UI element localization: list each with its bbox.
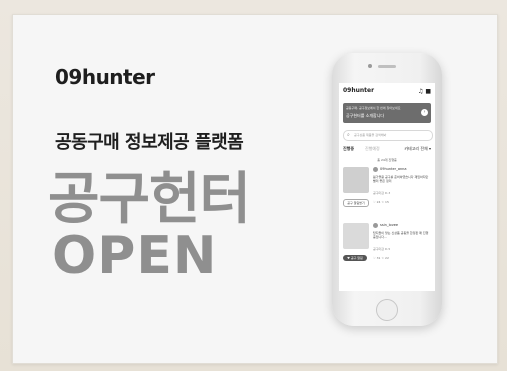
camera-icon xyxy=(368,64,372,68)
product-thumbnail xyxy=(343,223,369,249)
chevron-right-icon[interactable]: › xyxy=(421,109,428,116)
item-counts: ♡ 31 ☆ 22 xyxy=(373,256,389,260)
phone-screen: 09hunter ♫ ■ 공동구매, 공구정보에서 한 번에 찾아보세요 공구헌… xyxy=(339,83,435,291)
banner-line2: 공구헌터를 소개합니다 xyxy=(346,113,385,118)
avatar xyxy=(373,167,378,172)
list-count-label: 총 24개 진행중 xyxy=(377,158,397,162)
list-item[interactable]: 09hunter_anna 봄가을용 공구를 준비하였습니다 재입하지만 빨리 … xyxy=(343,167,431,221)
tab-bar: 진행중 진행예정 카테고리 전체 ▾ xyxy=(343,145,431,153)
notify-button[interactable]: 공구 알림받기 xyxy=(343,199,369,207)
phone-mockup: 09hunter ♫ ■ 공동구매, 공구정보에서 한 번에 찾아보세요 공구헌… xyxy=(332,53,442,326)
speaker-grille xyxy=(378,65,396,68)
hero-headline-sub: OPEN xyxy=(52,226,218,286)
username: ssin_lovee xyxy=(380,223,399,227)
item-description: 봄가을용 공구를 준비하였습니다 재입하지만 빨리 좋은 정리 xyxy=(373,175,429,183)
header-icons[interactable]: ♫ ■ xyxy=(418,88,431,95)
search-icon: ⌕ xyxy=(347,132,350,138)
hero-headline: 공구헌터 xyxy=(48,167,251,232)
item-description: 탑지들이 맞는 신상품 공동을 한정판 매 진행 중입니다... xyxy=(373,231,429,239)
hero-tagline: 공동구매 정보제공 플랫폼 xyxy=(55,132,244,153)
list-item[interactable]: ssin_lovee 탑지들이 맞는 신상품 공동을 한정판 매 진행 중입니다… xyxy=(343,223,431,277)
avatar xyxy=(373,223,378,228)
canvas: 09hunter 공동구매 정보제공 플랫폼 공구헌터 OPEN 09hunte… xyxy=(0,0,507,371)
app-header: 09hunter ♫ ■ xyxy=(343,87,431,97)
search-input[interactable]: ⌕ 공구상품 제품을 검색해봐 xyxy=(343,130,433,141)
banner-line1: 공동구매, 공구정보에서 한 번에 찾아보세요 xyxy=(346,106,401,110)
app-logo: 09hunter xyxy=(343,87,375,94)
tab-active[interactable]: 진행중 xyxy=(343,146,354,152)
home-button[interactable] xyxy=(376,299,398,321)
search-placeholder: 공구상품 제품을 검색해봐 xyxy=(354,133,387,137)
category-dropdown[interactable]: 카테고리 전체 ▾ xyxy=(404,146,431,152)
username: 09hunter_anna xyxy=(380,167,407,171)
item-meta: 공구마감 D-5 xyxy=(373,247,391,251)
notify-button[interactable]: ♥ 공구 알림 xyxy=(343,255,367,261)
promo-banner[interactable]: 공동구매, 공구정보에서 한 번에 찾아보세요 공구헌터를 소개합니다 › xyxy=(343,103,431,123)
item-meta: 공구마감 D-3 xyxy=(373,191,391,195)
product-thumbnail xyxy=(343,167,369,193)
item-counts: ♡ 24 ☆ 15 xyxy=(373,200,389,204)
tab-upcoming[interactable]: 진행예정 xyxy=(365,146,380,152)
brand-logo: 09hunter xyxy=(55,65,155,89)
